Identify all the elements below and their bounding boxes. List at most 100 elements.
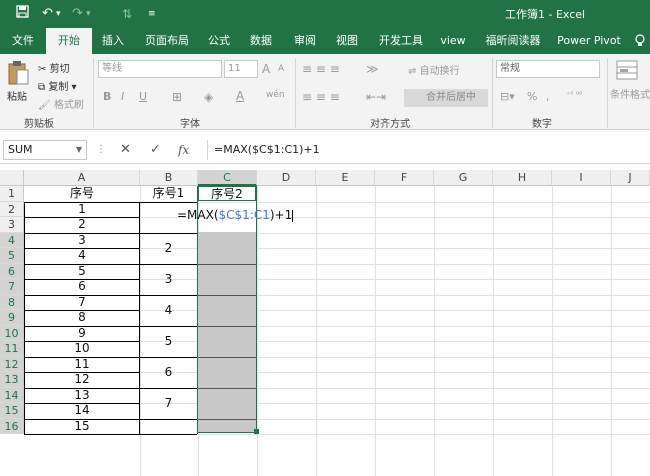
italic-button[interactable]: I (121, 90, 124, 103)
format-painter-button[interactable]: 🖌 格式刷 (38, 96, 84, 111)
column-header-b[interactable]: B (140, 170, 198, 186)
worksheet-grid[interactable]: ABCDEFGHIJ 1 2 3 4 5 6 7 8 9 10 11 12 13 14 15 16 序号 序号… (0, 170, 650, 476)
name-box[interactable]: SUM ▼ (3, 140, 87, 160)
row-header-10[interactable]: 10 (0, 325, 24, 341)
cell-b1[interactable]: 序号1 (140, 186, 197, 201)
cell-a5[interactable]: 4 (25, 248, 139, 264)
cell-a13[interactable]: 12 (25, 372, 139, 388)
column-header-i[interactable]: I (552, 170, 611, 186)
row-header-3[interactable]: 3 (0, 217, 24, 233)
cell-b14[interactable]: 7 (140, 388, 197, 419)
row-header-16[interactable]: 16 (0, 418, 24, 434)
row-header-8[interactable]: 8 (0, 294, 24, 310)
column-header-g[interactable]: G (434, 170, 493, 186)
tab-formulas[interactable]: 公式 (202, 28, 236, 54)
cell-a8[interactable]: 7 (25, 295, 139, 311)
column-header-a[interactable]: A (24, 170, 140, 186)
insert-function-icon[interactable]: fx (178, 140, 189, 160)
cancel-icon[interactable]: ✕ (120, 140, 131, 160)
font-size-select[interactable]: 11 (224, 60, 258, 78)
currency-icon[interactable]: ⊟▾ (500, 90, 515, 103)
column-header-j[interactable]: J (611, 170, 650, 186)
comma-button[interactable]: , (546, 90, 550, 103)
tab-home[interactable]: 开始 (46, 28, 92, 54)
cell-a7[interactable]: 6 (25, 279, 139, 295)
column-header-f[interactable]: F (375, 170, 434, 186)
enter-icon[interactable]: ✓ (150, 140, 161, 160)
font-name-select[interactable]: 等线 (98, 60, 222, 78)
row-header-2[interactable]: 2 (0, 201, 24, 217)
cell-b8[interactable]: 4 (140, 295, 197, 326)
row-header-11[interactable]: 11 (0, 341, 24, 357)
tab-view-en[interactable]: view (436, 28, 470, 54)
formula-input[interactable]: =MAX($C$1:C1)+1 (207, 140, 647, 160)
conditional-format-label[interactable]: 条件格式 (610, 86, 650, 101)
fill-color-icon[interactable]: ◈ (204, 90, 213, 104)
column-header-d[interactable]: D (257, 170, 316, 186)
cell-a14[interactable]: 13 (25, 388, 139, 404)
cell-a16[interactable]: 15 (25, 419, 139, 435)
cell-b12[interactable]: 6 (140, 357, 197, 388)
select-all-corner[interactable] (0, 170, 24, 186)
tab-developer[interactable]: 开发工具 (374, 28, 428, 54)
cut-button[interactable]: ✂ 剪切 (38, 60, 70, 75)
tab-data[interactable]: 数据 (244, 28, 278, 54)
row-header-13[interactable]: 13 (0, 372, 24, 388)
row-header-1[interactable]: 1 (0, 186, 24, 202)
conditional-format-icon[interactable] (616, 60, 638, 83)
row-header-9[interactable]: 9 (0, 310, 24, 326)
cell-a3[interactable]: 2 (25, 217, 139, 233)
cell-a2[interactable]: 1 (25, 202, 139, 218)
sort-icon[interactable]: ⇅ (122, 5, 132, 23)
phonetic-icon[interactable]: wén (266, 90, 285, 100)
fill-handle[interactable] (254, 429, 259, 434)
column-header-h[interactable]: H (493, 170, 552, 186)
percent-button[interactable]: % (527, 90, 537, 103)
row-header-14[interactable]: 14 (0, 387, 24, 403)
merge-center-button[interactable]: 合并后居中 (404, 89, 488, 107)
row-header-5[interactable]: 5 (0, 248, 24, 264)
align-top-icon[interactable]: ≡ ≡ ≡ (302, 62, 340, 76)
shrink-font-icon[interactable]: A (278, 64, 284, 74)
tab-insert[interactable]: 插入 (96, 28, 130, 54)
grow-font-icon[interactable]: A (262, 62, 270, 76)
indent-icon[interactable]: ⇤⇥ (366, 90, 386, 104)
tab-view[interactable]: 视图 (330, 28, 364, 54)
row-header-6[interactable]: 6 (0, 263, 24, 279)
cell-a10[interactable]: 9 (25, 326, 139, 342)
cell-a4[interactable]: 3 (25, 233, 139, 249)
column-header-e[interactable]: E (316, 170, 375, 186)
orientation-icon[interactable]: ≫ (366, 62, 379, 76)
save-icon[interactable] (16, 5, 29, 24)
number-format-select[interactable]: 常规 (496, 60, 600, 78)
tab-page-layout[interactable]: 页面布局 (140, 28, 194, 54)
cell-a15[interactable]: 14 (25, 403, 139, 419)
column-header-c[interactable]: C (198, 170, 257, 186)
customize-icon[interactable]: ≡ (148, 5, 156, 23)
redo-icon[interactable]: ↷ (72, 5, 83, 23)
cell-a6[interactable]: 5 (25, 264, 139, 280)
tab-file[interactable]: 文件 (6, 28, 40, 54)
cell-a1[interactable]: 序号 (25, 186, 139, 201)
undo-icon[interactable]: ↶ (42, 5, 53, 23)
cell-a12[interactable]: 11 (25, 357, 139, 373)
underline-button[interactable]: U (139, 90, 147, 103)
increase-decimal-icon[interactable]: ⁺⁰ ⁰⁰ (566, 90, 582, 99)
row-header-4[interactable]: 4 (0, 232, 24, 248)
wrap-text-button[interactable]: ⇌ 自动换行 (408, 62, 460, 77)
row-header-12[interactable]: 12 (0, 356, 24, 372)
cell-b6[interactable]: 3 (140, 264, 197, 295)
cell-a9[interactable]: 8 (25, 310, 139, 326)
cell-c1[interactable]: 序号2 (198, 186, 256, 201)
font-color-icon[interactable]: A (236, 89, 244, 103)
paste-button[interactable]: 粘贴 (6, 60, 34, 110)
bold-button[interactable]: B (103, 90, 111, 103)
cell-b4[interactable]: 2 (140, 233, 197, 264)
copy-button[interactable]: ⧉ 复制 ▾ (38, 78, 77, 93)
row-header-15[interactable]: 15 (0, 403, 24, 419)
cell-a11[interactable]: 10 (25, 341, 139, 357)
border-icon[interactable]: ⊞ (172, 90, 182, 104)
undo-dropdown-icon[interactable]: ▾ (56, 5, 61, 23)
tab-power-pivot[interactable]: Power Pivot (554, 28, 624, 54)
tab-foxit-reader[interactable]: 福昕阅读器 (480, 28, 546, 54)
